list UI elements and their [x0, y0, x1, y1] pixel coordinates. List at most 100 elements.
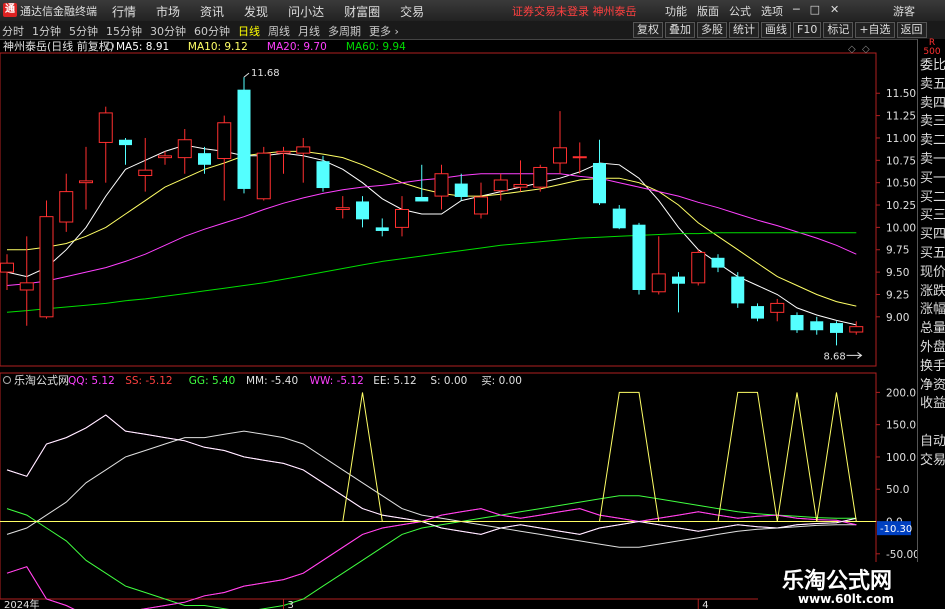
menu-layout[interactable]: 版面 [697, 3, 719, 19]
sidebar-item[interactable]: 买一 [920, 170, 945, 188]
candle [39, 200, 54, 319]
tool-button[interactable]: 多股 [697, 22, 727, 38]
menu-options[interactable]: 选项 [761, 3, 783, 19]
period-tab[interactable]: 周线 [268, 23, 290, 39]
menu-formula[interactable]: 公式 [729, 3, 751, 19]
menu-item[interactable]: 资讯 [200, 3, 224, 20]
candle [612, 205, 626, 230]
menu-item[interactable]: 财富圈 [344, 3, 380, 20]
y-tick-label: 11.00 [886, 133, 916, 145]
x-tick-label: 3 [288, 600, 294, 609]
indicator-line-ww [6, 508, 857, 609]
sidebar-item[interactable]: 卖四 [920, 95, 945, 113]
candle-body-down [632, 224, 646, 290]
candle [493, 173, 508, 201]
candle-body-down [375, 227, 389, 231]
sidebar-item[interactable]: 买三 [920, 207, 945, 225]
indicator-legend: EE: 5.12 [373, 375, 417, 387]
sidebar-item[interactable]: 涨跌 [920, 283, 945, 301]
ma-legend: MA20: 9.70 [267, 41, 327, 53]
candle [217, 115, 232, 201]
tool-button[interactable]: 标记 [823, 22, 854, 38]
sidebar-item[interactable]: 外盘 [920, 339, 945, 357]
sidebar-item[interactable]: 现价 [920, 264, 945, 282]
login-notice[interactable]: 证券交易未登录 神州泰岳 [512, 3, 637, 19]
tool-button[interactable]: 叠加 [665, 22, 695, 38]
period-tab[interactable]: 1分钟 [32, 23, 61, 39]
menu-item[interactable]: 行情 [112, 3, 136, 20]
indicator-y-label: 50.0 [886, 484, 909, 496]
sidebar-item[interactable]: 总量 [920, 320, 945, 338]
sidebar-item[interactable]: 买四 [920, 226, 945, 244]
candle [276, 146, 291, 174]
sidebar-item[interactable]: 卖三 [920, 113, 945, 131]
indicator-line-gg [6, 495, 857, 609]
menu-item[interactable]: 市场 [156, 3, 180, 20]
y-tick-label: 9.50 [886, 267, 909, 279]
guest-label[interactable]: 游客 [893, 3, 915, 19]
sidebar-item[interactable]: 净资 [920, 377, 945, 395]
y-tick-label: 10.25 [886, 200, 916, 212]
collapse-icon: ◇ [848, 44, 856, 55]
tool-button[interactable]: F10 [793, 22, 822, 38]
tool-button[interactable]: 返回 [896, 22, 927, 38]
candle-body-down [731, 276, 745, 304]
sidebar-item[interactable]: 自动 [920, 433, 945, 451]
candle-body-up [296, 146, 311, 154]
sidebar-item[interactable]: 交易 [920, 452, 945, 470]
period-tab[interactable]: 更多 › [369, 23, 399, 39]
candle-body-up [395, 209, 409, 228]
y-tick-label: 10.75 [886, 155, 916, 167]
main-menu: 行情 市场 资讯 发现 问小达 财富圈 交易 [112, 3, 444, 20]
minimize-icon[interactable]: ─ [793, 3, 800, 19]
sidebar-item[interactable]: 委比 [920, 57, 945, 75]
candle-body-down [198, 153, 211, 165]
candle [513, 160, 528, 192]
menu-item[interactable]: 交易 [400, 3, 424, 20]
candle [553, 111, 567, 174]
sidebar-item[interactable]: 买五 [920, 245, 945, 263]
sidebar-item[interactable]: 卖二 [920, 132, 945, 150]
kline-title: 神州泰岳(日线 前复权) [3, 39, 114, 53]
candle-body-up [335, 207, 350, 210]
period-tab[interactable]: 分时 [2, 23, 24, 39]
menu-function[interactable]: 功能 [665, 3, 687, 19]
close-icon[interactable]: ✕ [830, 3, 839, 19]
y-tick-label: 10.00 [886, 222, 916, 234]
candle-body-up [98, 112, 113, 143]
sidebar-item[interactable]: 收益 [920, 395, 945, 413]
ma-line-ma60 [6, 232, 857, 313]
sidebar-item[interactable]: 换手 [920, 358, 945, 376]
ma-line-ma5 [6, 144, 857, 326]
period-tab[interactable]: 月线 [298, 23, 320, 39]
candle-body-up [158, 155, 172, 159]
candle-body-down [593, 162, 606, 204]
candle-body-up [513, 183, 528, 188]
tool-button[interactable]: 统计 [729, 22, 759, 38]
maximize-icon[interactable]: □ [810, 3, 820, 19]
candle-body-up [276, 150, 291, 154]
period-tab[interactable]: 5分钟 [69, 23, 98, 39]
period-tab[interactable]: 多周期 [328, 23, 361, 39]
candle-body-up [434, 173, 449, 197]
period-tab[interactable]: 60分钟 [194, 23, 230, 39]
period-tab[interactable]: 日线 [238, 23, 260, 39]
menu-item[interactable]: 问小达 [288, 3, 324, 20]
tool-button[interactable]: 复权 [633, 22, 663, 38]
period-tab[interactable]: 15分钟 [106, 23, 142, 39]
tool-button[interactable]: 画线 [761, 22, 791, 38]
candle-body-up [217, 122, 232, 160]
sidebar-item[interactable]: 涨幅 [920, 301, 945, 319]
candle-body-up [0, 262, 14, 273]
sidebar-item[interactable]: 卖五 [920, 76, 945, 94]
period-tab[interactable]: 30分钟 [150, 23, 186, 39]
menu-item[interactable]: 发现 [244, 3, 268, 20]
candle-body-down [415, 196, 429, 202]
candle-body-down [790, 315, 804, 331]
sidebar-badge-bottom: 500 [923, 47, 941, 57]
sidebar-item[interactable]: 买二 [920, 189, 945, 207]
tool-button[interactable]: +自选 [855, 22, 895, 38]
candle [691, 249, 706, 286]
window-menu: 功能 版面 公式 选项 ─ □ ✕ [665, 3, 849, 19]
sidebar-item[interactable]: 卖一 [920, 151, 945, 169]
